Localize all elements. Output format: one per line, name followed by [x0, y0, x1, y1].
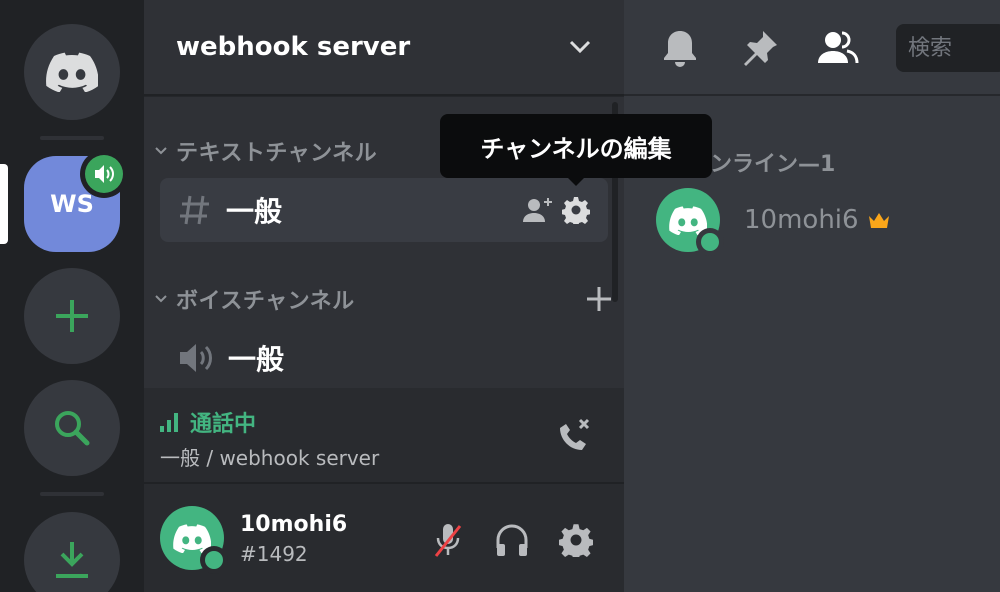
mute-button[interactable] [428, 520, 468, 560]
bell-icon [664, 31, 696, 67]
channel-item-general-voice[interactable]: 一般 [160, 326, 608, 390]
category-voice-channels[interactable]: ボイスチャンネル [150, 282, 612, 316]
online-status-dot [696, 228, 724, 256]
download-icon [56, 542, 88, 578]
pinned-messages-button[interactable] [738, 26, 782, 70]
deafen-button[interactable] [492, 520, 532, 560]
search-input[interactable] [908, 35, 994, 61]
selected-server-indicator [0, 164, 8, 244]
voice-connection-panel: 通話中 一般 / webhook server [144, 388, 624, 484]
gear-icon[interactable] [561, 196, 591, 228]
signal-strength-icon [160, 413, 178, 432]
invite-member-icon[interactable] [522, 196, 554, 228]
download-apps-button[interactable] [24, 512, 120, 592]
avatar [656, 188, 724, 256]
discord-logo-icon [46, 52, 98, 92]
server-name: webhook server [176, 32, 411, 62]
microphone-muted-icon [434, 524, 462, 557]
chevron-down-icon [155, 295, 167, 303]
tooltip: チャンネルの編集 [440, 114, 712, 178]
voice-status-label: 通話中 [190, 412, 257, 437]
disconnect-button[interactable] [554, 416, 594, 460]
create-channel-icon[interactable] [586, 286, 612, 318]
channel-name: 一般 [228, 343, 285, 376]
pin-icon [744, 31, 777, 66]
chevron-down-icon [569, 40, 591, 54]
crown-icon [868, 213, 889, 228]
chevron-down-icon [155, 147, 167, 155]
username[interactable]: 10mohi6 [240, 512, 347, 537]
voice-active-badge [80, 150, 128, 198]
rail-separator [40, 136, 104, 140]
speaker-icon [95, 165, 114, 183]
member-list-toggle[interactable] [816, 26, 860, 70]
user-tag: #1492 [240, 542, 308, 566]
search-bar[interactable] [896, 24, 1000, 72]
home-button[interactable] [24, 24, 120, 120]
category-label: テキストチャンネル [176, 141, 378, 166]
channel-name: 一般 [226, 195, 283, 228]
user-panel: 10mohi6 #1492 [144, 484, 624, 592]
tooltip-arrow [566, 176, 586, 186]
main-area: オンライン—1 10mohi6 [624, 0, 1000, 592]
member-item[interactable]: 10mohi6 [656, 188, 891, 256]
search-icon [55, 411, 90, 446]
voice-status[interactable]: 通話中 [160, 406, 256, 438]
headphones-icon [496, 524, 528, 556]
server-header[interactable]: webhook server [144, 0, 624, 96]
explore-servers-button[interactable] [24, 380, 120, 476]
member-name: 10mohi6 [744, 205, 859, 235]
category-text-channels[interactable]: テキストチャンネル [150, 134, 377, 168]
main-header [624, 0, 1000, 96]
voice-location[interactable]: 一般 / webhook server [160, 442, 379, 471]
rail-separator [40, 492, 104, 496]
user-settings-button[interactable] [556, 520, 596, 560]
phone-hangup-icon [560, 418, 590, 450]
server-rail: WS [0, 0, 144, 592]
add-server-button[interactable] [24, 268, 120, 364]
members-icon [818, 31, 859, 64]
category-label: ボイスチャンネル [176, 289, 355, 314]
gear-icon [559, 524, 593, 557]
online-status-dot [200, 546, 228, 574]
channel-item-general-text[interactable]: 一般 [160, 178, 608, 242]
channel-sidebar: webhook server テキストチャンネル 一般 ボイスチャンネル 一般 … [144, 0, 624, 592]
plus-icon [56, 300, 88, 332]
speaker-icon [180, 344, 212, 372]
notification-settings-button[interactable] [658, 26, 702, 70]
hashtag-icon [180, 195, 209, 225]
